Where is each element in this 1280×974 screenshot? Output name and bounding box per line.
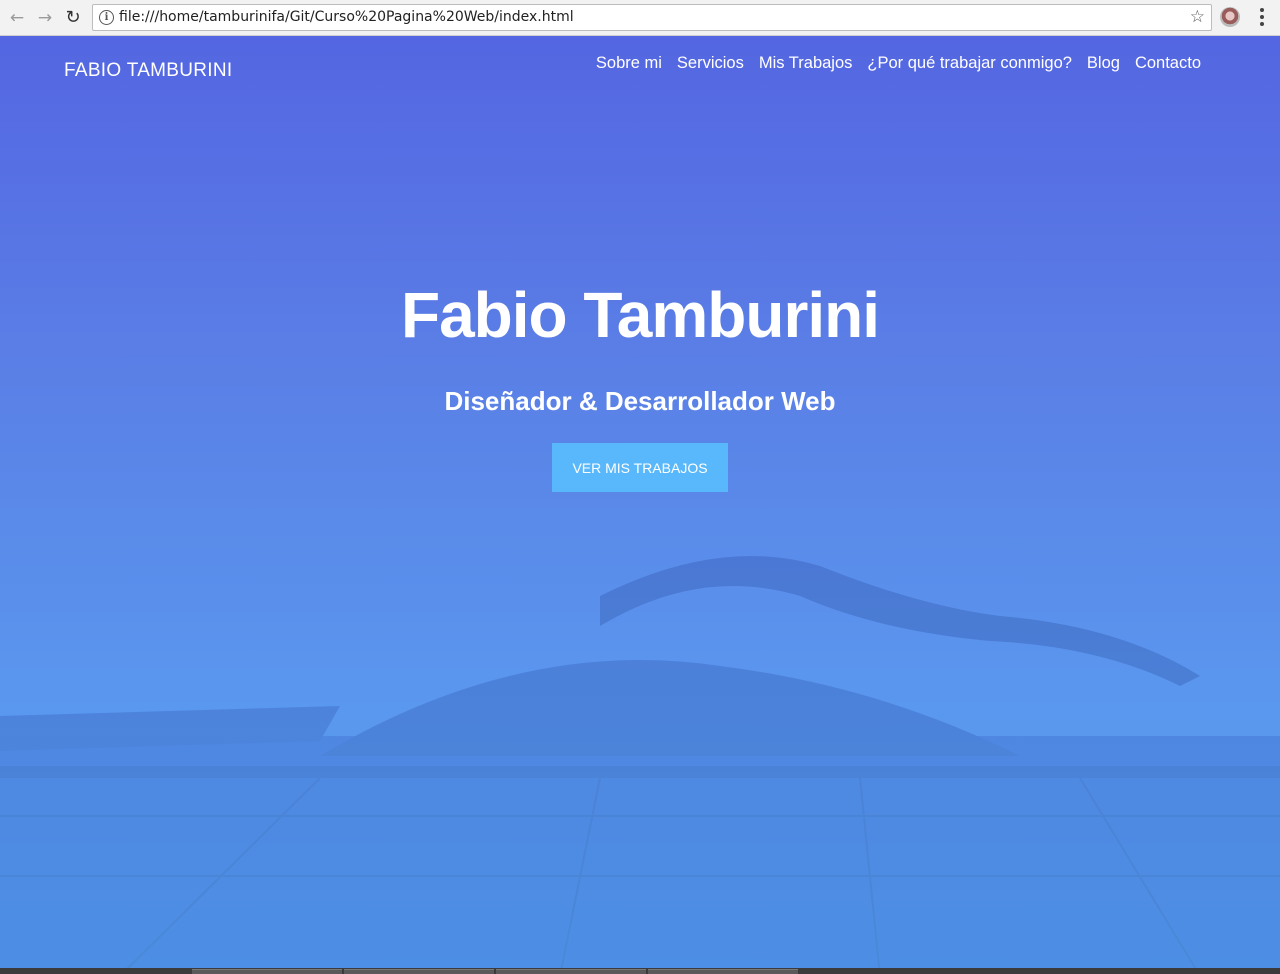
hero-subtitle: Diseñador & Desarrollador Web: [444, 386, 836, 416]
taskbar-item[interactable]: [648, 969, 798, 974]
site-nav: Sobre mi Servicios Mis Trabajos ¿Por qué…: [596, 54, 1201, 73]
reload-icon[interactable]: ↻: [62, 7, 84, 29]
address-bar[interactable]: i file:///home/tamburinifa/Git/Curso%20P…: [92, 4, 1212, 31]
ver-mis-trabajos-button[interactable]: VER MIS TRABAJOS: [552, 443, 728, 492]
taskbar-item[interactable]: [344, 969, 494, 974]
os-taskbar: [0, 968, 1280, 974]
taskbar-item[interactable]: [192, 969, 342, 974]
building-background-image: [0, 556, 1280, 968]
site-brand[interactable]: FABIO TAMBURINI: [64, 60, 233, 82]
nav-link-contacto[interactable]: Contacto: [1135, 54, 1201, 73]
taskbar-item[interactable]: [496, 969, 646, 974]
nav-link-mis-trabajos[interactable]: Mis Trabajos: [759, 54, 853, 73]
hero-section: FABIO TAMBURINI Sobre mi Servicios Mis T…: [0, 36, 1280, 968]
browser-toolbar: ← → ↻ i file:///home/tamburinifa/Git/Cur…: [0, 0, 1280, 36]
nav-link-servicios[interactable]: Servicios: [677, 54, 744, 73]
nav-link-blog[interactable]: Blog: [1087, 54, 1120, 73]
back-icon[interactable]: ←: [6, 7, 28, 29]
nav-link-sobre-mi[interactable]: Sobre mi: [596, 54, 662, 73]
extension-icon[interactable]: [1220, 7, 1240, 27]
star-icon[interactable]: ☆: [1190, 7, 1205, 27]
info-icon[interactable]: i: [99, 10, 114, 25]
hero-title: Fabio Tamburini: [400, 279, 880, 351]
forward-icon[interactable]: →: [34, 7, 56, 29]
nav-link-por-que[interactable]: ¿Por qué trabajar conmigo?: [867, 54, 1072, 73]
url-text[interactable]: file:///home/tamburinifa/Git/Curso%20Pag…: [119, 9, 574, 25]
kebab-menu-icon[interactable]: [1254, 6, 1270, 28]
